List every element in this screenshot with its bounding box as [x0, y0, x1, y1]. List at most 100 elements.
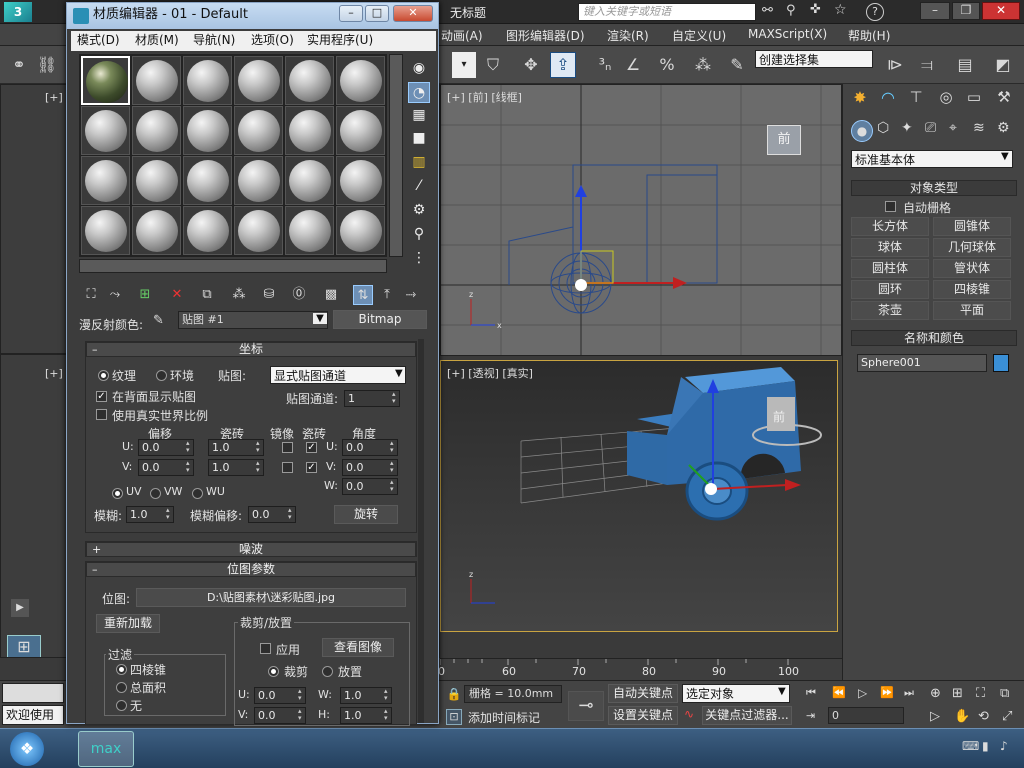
sample-slot[interactable]	[285, 106, 334, 155]
goto-end-icon[interactable]: ⏭	[904, 686, 914, 700]
sample-slot[interactable]	[234, 156, 283, 205]
category-dropdown[interactable]: 标准基本体	[851, 150, 1013, 168]
key-icon[interactable]: ⊸	[568, 691, 604, 721]
pyramidal-radio[interactable]	[116, 664, 127, 675]
rotate-button[interactable]: 旋转	[334, 505, 398, 524]
slots-vscroll[interactable]	[389, 54, 403, 257]
sphere-button[interactable]: 球体	[851, 238, 929, 257]
object-type-header[interactable]: 对象类型	[851, 180, 1017, 196]
time-tag-icon[interactable]: ⊡	[446, 709, 462, 725]
coordinates-header[interactable]: – 坐标	[86, 342, 416, 357]
viewcube-front[interactable]: 前	[767, 125, 801, 155]
place-radio[interactable]	[322, 666, 333, 677]
timeline-track[interactable]: 0 60 70 80 90 100	[438, 658, 842, 680]
menu-rendering[interactable]: 渲染(R)	[607, 27, 649, 44]
sample-slot[interactable]	[285, 156, 334, 205]
sample-slot[interactable]	[132, 206, 181, 255]
v-offset-spinner[interactable]: 0.0	[138, 459, 194, 476]
prev-frame-icon[interactable]: ⏪	[832, 686, 846, 699]
sample-slot[interactable]	[183, 56, 232, 105]
material-navigator-icon[interactable]: ⋮	[408, 248, 430, 269]
me-menu-navigation[interactable]: 导航(N)	[193, 31, 235, 50]
volume-tray-icon[interactable]: ♪	[1000, 739, 1008, 753]
move-icon[interactable]: ✥	[518, 52, 544, 78]
v-tiling-spinner[interactable]: 1.0	[208, 459, 264, 476]
key-search-icon[interactable]: ⚲	[786, 3, 796, 18]
crop-w-spinner[interactable]: 1.0	[340, 687, 392, 704]
video-color-icon[interactable]: ▥	[408, 152, 430, 173]
box-button[interactable]: 长方体	[851, 217, 929, 236]
sample-slot[interactable]	[183, 206, 232, 255]
restore-window-icon[interactable]: ❐	[952, 2, 980, 20]
display-tab-icon[interactable]: ▭	[963, 88, 985, 110]
keyboard-tray-icon[interactable]: ⌨	[962, 739, 979, 753]
name-color-header[interactable]: 名称和颜色	[851, 330, 1017, 346]
u-offset-spinner[interactable]: 0.0	[138, 439, 194, 456]
hierarchy-tab-icon[interactable]: ⊤	[905, 88, 927, 110]
fov-icon[interactable]: ▷	[930, 709, 940, 724]
menu-help[interactable]: 帮助(H)	[848, 27, 890, 44]
blur-spinner[interactable]: 1.0	[126, 506, 174, 523]
create-tab-icon[interactable]: ✸	[849, 88, 871, 110]
sample-slot[interactable]	[132, 106, 181, 155]
assign-material-icon[interactable]: ⊞	[135, 285, 155, 305]
sample-slot[interactable]	[183, 106, 232, 155]
view-image-button[interactable]: 查看图像	[322, 638, 394, 657]
zoom-icon[interactable]: ⊕	[930, 686, 941, 701]
link-icon[interactable]: ⚭	[6, 52, 32, 78]
menu-animation[interactable]: 动画(A)	[441, 27, 483, 44]
zoom-extents-all-icon[interactable]: ⧉	[1000, 686, 1009, 701]
play-icon[interactable]: ▷	[858, 686, 867, 700]
summed-area-radio[interactable]	[116, 682, 127, 693]
sample-slot[interactable]	[234, 206, 283, 255]
search-input[interactable]: 键入关键字或短语	[578, 3, 756, 21]
sample-slot[interactable]	[336, 56, 385, 105]
systems-icon[interactable]: ⚙	[997, 120, 1010, 136]
lights-icon[interactable]: ✦	[901, 120, 913, 136]
vw-radio[interactable]	[150, 488, 161, 499]
v-mirror-checkbox[interactable]	[282, 462, 293, 473]
me-close-icon[interactable]: ✕	[393, 5, 433, 22]
sample-slot[interactable]	[132, 156, 181, 205]
uv-radio[interactable]	[112, 488, 123, 499]
sample-slot[interactable]	[183, 156, 232, 205]
bitmap-path-button[interactable]: D:\贴图素材\迷彩贴图.jpg	[136, 588, 406, 607]
real-world-checkbox[interactable]	[96, 409, 107, 420]
help-icon[interactable]: ?	[866, 3, 884, 21]
show-end-result-icon[interactable]: ⇅	[353, 285, 373, 305]
rollout-scrollbar[interactable]	[418, 339, 424, 723]
pick-eyedropper-icon[interactable]: ✎	[153, 313, 164, 328]
apply-checkbox[interactable]	[260, 643, 271, 654]
viewport-top-left-label[interactable]: [+]	[45, 91, 63, 104]
plane-button[interactable]: 平面	[933, 301, 1011, 320]
u-tile-checkbox[interactable]: ✓	[306, 442, 317, 453]
select-rotate-icon[interactable]: ⇪	[550, 52, 576, 78]
object-color-swatch[interactable]	[993, 354, 1009, 372]
mapping-dropdown[interactable]: 显式贴图通道	[270, 366, 406, 384]
crop-u-spinner[interactable]: 0.0	[254, 687, 306, 704]
cylinder-button[interactable]: 圆柱体	[851, 259, 929, 278]
noise-header[interactable]: + 噪波	[86, 542, 416, 557]
me-menu-utilities[interactable]: 实用程序(U)	[307, 31, 373, 50]
crop-h-spinner[interactable]: 1.0	[340, 707, 392, 724]
edit-named-sets-icon[interactable]: ✎	[724, 52, 750, 78]
motion-tab-icon[interactable]: ◎	[935, 88, 957, 110]
current-frame-field[interactable]: 0	[828, 707, 904, 724]
key-mode-toggle-icon[interactable]: ⇥	[806, 709, 815, 722]
sample-slot[interactable]	[285, 56, 334, 105]
texture-radio[interactable]	[98, 370, 109, 381]
make-unique-icon[interactable]: ⁂	[229, 285, 249, 305]
viewport-front[interactable]: [+] [前] [线框] z x 前	[440, 84, 842, 356]
network-tray-icon[interactable]: ▮	[982, 739, 989, 753]
slots-hscroll[interactable]	[79, 259, 387, 273]
go-forward-sibling-icon[interactable]: ⤑	[401, 285, 421, 305]
mapping-dropdown-icon[interactable]: ▼	[395, 368, 403, 379]
auto-key-button[interactable]: 自动关键点	[608, 684, 678, 703]
select-icon[interactable]: ⛉	[480, 52, 506, 78]
unlink-icon[interactable]: ⛓	[34, 52, 60, 78]
select-by-material-icon[interactable]: ⚲	[408, 224, 430, 245]
go-to-parent-icon[interactable]: ⤒	[377, 285, 397, 305]
me-minimize-icon[interactable]: –	[339, 5, 363, 22]
me-menu-material[interactable]: 材质(M)	[135, 31, 179, 50]
sample-slot[interactable]	[81, 206, 130, 255]
